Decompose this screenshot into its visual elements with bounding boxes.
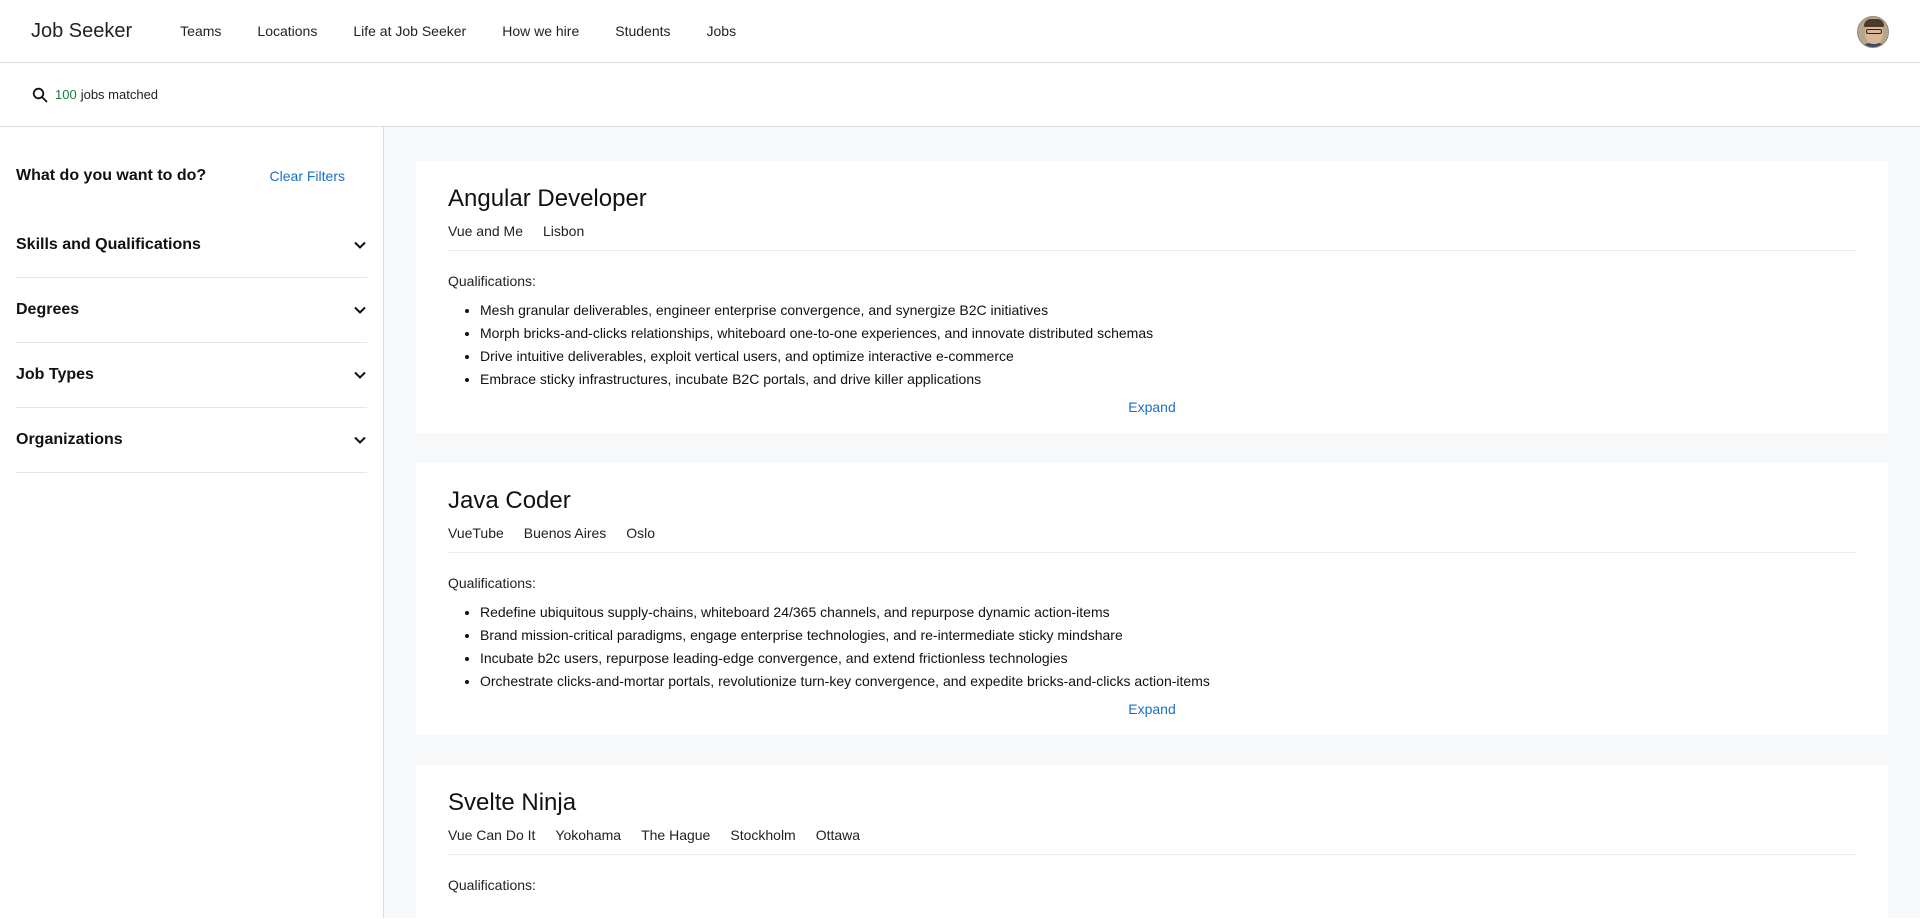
job-listings: Angular Developer Vue and Me Lisbon Qual… <box>384 127 1920 918</box>
job-location: Lisbon <box>542 223 585 239</box>
clear-filters-button[interactable]: Clear Filters <box>270 168 345 184</box>
expand-button[interactable]: Expand <box>448 399 1856 415</box>
qualification-item: Incubate b2c users, repurpose leading-ed… <box>480 647 1856 670</box>
filter-job-types[interactable]: Job Types <box>16 343 367 408</box>
chevron-down-icon <box>354 371 366 379</box>
qualifications-label: Qualifications: <box>448 575 536 591</box>
job-organization: Vue and Me <box>448 223 523 239</box>
user-avatar[interactable] <box>1857 16 1889 48</box>
filter-label: Job Types <box>16 366 94 383</box>
filter-label: Organizations <box>16 431 123 448</box>
nav-locations[interactable]: Locations <box>257 23 317 39</box>
qualification-item: Embrace sticky infrastructures, incubate… <box>480 368 1856 391</box>
job-meta: Vue Can Do It Yokohama The Hague Stockho… <box>448 827 1856 855</box>
job-location: Ottawa <box>815 827 861 843</box>
job-location: Yokohama <box>555 827 622 843</box>
job-meta: VueTube Buenos Aires Oslo <box>448 525 1856 553</box>
nav-jobs[interactable]: Jobs <box>707 23 737 39</box>
nav-life[interactable]: Life at Job Seeker <box>353 23 466 39</box>
qualification-item: Brand mission-critical paradigms, engage… <box>480 624 1856 647</box>
qualifications-list: Mesh granular deliverables, engineer ent… <box>448 299 1856 391</box>
main-nav: Teams Locations Life at Job Seeker How w… <box>180 23 772 39</box>
qualifications-label: Qualifications: <box>448 877 536 893</box>
job-location: Oslo <box>626 525 656 541</box>
job-title[interactable]: Angular Developer <box>448 185 1856 213</box>
sidebar-title: What do you want to do? <box>16 167 207 184</box>
filters-sidebar: What do you want to do? Clear Filters Sk… <box>0 127 384 918</box>
job-location: Stockholm <box>730 827 796 843</box>
qualification-item: Mesh granular deliverables, engineer ent… <box>480 299 1856 322</box>
brand-logo[interactable]: Job Seeker <box>31 20 132 43</box>
job-meta: Vue and Me Lisbon <box>448 223 1856 251</box>
expand-button[interactable]: Expand <box>448 701 1856 717</box>
job-organization: VueTube <box>448 525 504 541</box>
job-title[interactable]: Svelte Ninja <box>448 789 1856 817</box>
job-card: Svelte Ninja Vue Can Do It Yokohama The … <box>416 765 1888 918</box>
filter-label: Degrees <box>16 301 80 318</box>
qualification-item: Morph bricks-and-clicks relationships, w… <box>480 322 1856 345</box>
job-organization: Vue Can Do It <box>448 827 536 843</box>
job-card: Angular Developer Vue and Me Lisbon Qual… <box>416 161 1888 433</box>
search-summary-bar: 100 jobs matched <box>0 63 1920 127</box>
filter-degrees[interactable]: Degrees <box>16 278 367 343</box>
qualifications-list: Redefine ubiquitous supply-chains, white… <box>448 601 1856 693</box>
nav-teams[interactable]: Teams <box>180 23 221 39</box>
top-header: Job Seeker Teams Locations Life at Job S… <box>0 0 1920 63</box>
filter-organizations[interactable]: Organizations <box>16 408 367 473</box>
jobs-count: 100 <box>55 87 77 102</box>
job-location: Buenos Aires <box>523 525 607 541</box>
qualification-item: Drive intuitive deliverables, exploit ve… <box>480 345 1856 368</box>
qualification-item: Redefine ubiquitous supply-chains, white… <box>480 601 1856 624</box>
job-card: Java Coder VueTube Buenos Aires Oslo Qua… <box>416 463 1888 735</box>
nav-how-we-hire[interactable]: How we hire <box>502 23 579 39</box>
sidebar-header: What do you want to do? Clear Filters <box>16 165 367 187</box>
chevron-down-icon <box>354 436 366 444</box>
job-title[interactable]: Java Coder <box>448 487 1856 515</box>
content-layout: What do you want to do? Clear Filters Sk… <box>0 127 1920 918</box>
search-icon <box>32 87 48 102</box>
qualifications-label: Qualifications: <box>448 273 536 289</box>
filter-label: Skills and Qualifications <box>16 236 201 253</box>
filter-skills-and-qualifications[interactable]: Skills and Qualifications <box>16 213 367 278</box>
nav-students[interactable]: Students <box>615 23 670 39</box>
job-location: The Hague <box>641 827 711 843</box>
jobs-matched-label: jobs matched <box>80 87 159 102</box>
qualification-item: Orchestrate clicks-and-mortar portals, r… <box>480 670 1856 693</box>
chevron-down-icon <box>354 306 366 314</box>
chevron-down-icon <box>354 241 366 249</box>
